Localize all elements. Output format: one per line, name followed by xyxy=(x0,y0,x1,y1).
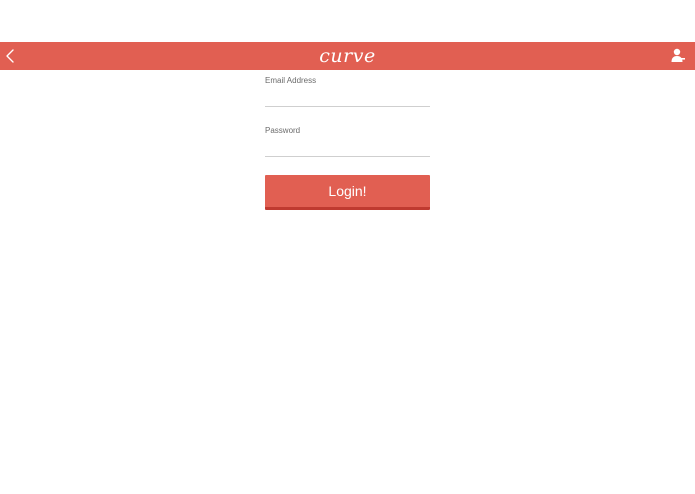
login-button[interactable]: Login! xyxy=(265,175,430,210)
password-label: Password xyxy=(265,126,301,135)
brand-logo: curve xyxy=(319,45,376,67)
email-label: Email Address xyxy=(265,76,317,85)
top-navbar: curve xyxy=(0,42,695,70)
email-field[interactable] xyxy=(265,89,430,107)
password-field[interactable] xyxy=(265,139,430,157)
login-screen: curve Email Address Password Login! xyxy=(0,0,695,494)
profile-button[interactable] xyxy=(667,42,689,70)
